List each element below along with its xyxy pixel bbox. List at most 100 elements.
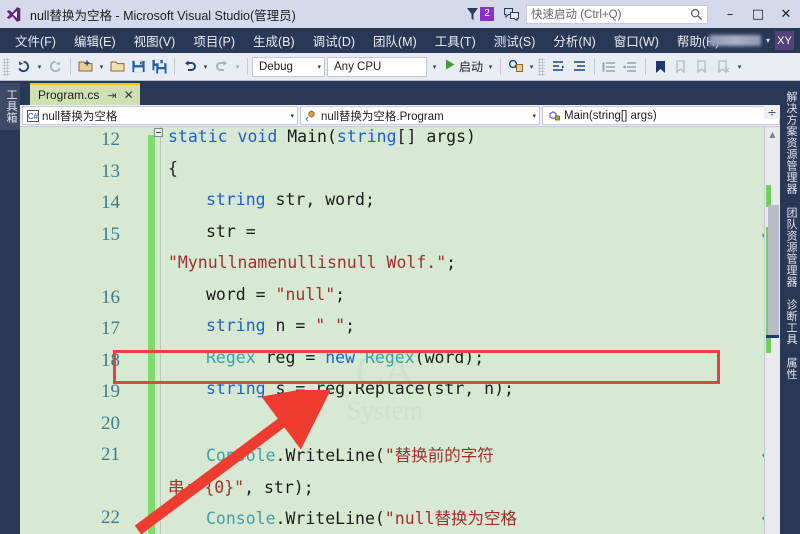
code-line[interactable]: "Mynullnamenullisnull Wolf."; xyxy=(20,253,780,285)
clear-bookmarks-icon xyxy=(713,56,734,78)
dock-tab-diagnostic-tools[interactable]: 诊断工具 xyxy=(780,293,800,351)
close-icon[interactable]: ✕ xyxy=(124,88,134,102)
toolbar-grip-2[interactable] xyxy=(538,57,546,76)
notification-count-badge: 2 xyxy=(480,7,494,21)
maximize-button[interactable]: □ xyxy=(744,0,772,28)
pin-icon[interactable]: ⇥ xyxy=(107,89,116,102)
menu-item-project[interactable]: 项目(P) xyxy=(184,31,244,50)
undo-icon[interactable] xyxy=(179,56,200,78)
csharp-project-icon: C# xyxy=(27,109,39,122)
find-caret[interactable]: ▾ xyxy=(526,56,537,78)
scroll-up-icon[interactable]: ▲ xyxy=(765,127,780,141)
code-line[interactable]: 22Console.WriteLine("null替换为空格↵ xyxy=(20,505,780,534)
code-line[interactable]: 12 static void Main(string[] args) xyxy=(20,127,780,159)
menu-item-tools[interactable]: 工具(T) xyxy=(426,31,485,50)
quick-launch-input[interactable]: 快速启动 (Ctrl+Q) xyxy=(526,4,708,26)
code-editor-surface[interactable]: CA System 12 static void Main(string[] ar… xyxy=(20,127,780,534)
minimize-button[interactable]: – xyxy=(716,0,744,28)
bookmark-icon[interactable] xyxy=(650,56,671,78)
scrollbar-thumb[interactable] xyxy=(768,205,779,337)
next-bookmark-icon xyxy=(692,56,713,78)
menu-item-analyze[interactable]: 分析(N) xyxy=(544,31,604,50)
navigate-back-caret[interactable]: ▾ xyxy=(34,56,45,78)
navbar-project-value: null替换为空格 xyxy=(42,110,118,123)
menu-item-team[interactable]: 团队(M) xyxy=(364,31,426,50)
code-line[interactable]: 18 Regex reg = new Regex(word); xyxy=(20,348,780,380)
code-line[interactable]: 串: {0}", str); xyxy=(20,474,780,506)
start-play-icon xyxy=(444,58,456,76)
indent-icon[interactable] xyxy=(548,56,569,78)
code-line[interactable]: 19 string s = reg.Replace(str, n); xyxy=(20,379,780,411)
menu-item-window[interactable]: 窗口(W) xyxy=(605,31,668,50)
start-debug-caret[interactable]: ▾ xyxy=(485,56,496,78)
navbar-project-dropdown[interactable]: C# null替换为空格 ▾ xyxy=(22,106,298,125)
code-line-text: static void Main(string[] args) xyxy=(168,127,476,146)
solution-configuration-dropdown[interactable]: Debug ▾ xyxy=(252,56,325,77)
code-line-text: str = xyxy=(206,221,256,241)
send-feedback-icon[interactable] xyxy=(500,6,522,22)
code-line[interactable]: 14 string str, word; xyxy=(20,190,780,222)
chevron-down-icon[interactable]: ▾ xyxy=(766,36,770,45)
code-line[interactable]: 20 xyxy=(20,411,780,443)
menu-item-build[interactable]: 生成(B) xyxy=(244,31,304,50)
toolbar-separator xyxy=(645,58,647,75)
previous-bookmark-icon xyxy=(671,56,692,78)
document-tab-program-cs[interactable]: Program.cs ⇥ ✕ xyxy=(30,83,140,105)
code-line[interactable]: 15str =↵ xyxy=(20,222,780,254)
dock-tab-solution-explorer[interactable]: 解决方案资源管理器 xyxy=(780,85,800,201)
line-number: 15 xyxy=(101,223,120,245)
toolbar-separator xyxy=(174,58,175,75)
code-line-text: 串: {0}", str); xyxy=(168,477,314,497)
split-view-icon[interactable]: ÷ xyxy=(764,105,780,119)
redo-caret[interactable]: ▾ xyxy=(232,56,243,78)
toolbar-overflow-button[interactable]: ▾ xyxy=(734,56,745,78)
navbar-type-value: null替换为空格.Program xyxy=(321,110,444,123)
toolbar-separator xyxy=(594,58,596,75)
save-all-icon[interactable] xyxy=(149,56,170,78)
navbar-member-dropdown[interactable]: Main(string[] args) xyxy=(542,106,780,125)
solution-platform-caret[interactable]: ▾ xyxy=(429,56,440,78)
toolbar-grip[interactable] xyxy=(3,57,10,76)
code-line-text: word = "null"; xyxy=(206,284,346,304)
code-line[interactable]: 13 { xyxy=(20,159,780,191)
document-tab-row: Program.cs ⇥ ✕ xyxy=(20,81,780,105)
title-bar: null替换为空格 - Microsoft Visual Studio(管理员)… xyxy=(0,0,800,28)
class-icon xyxy=(305,109,318,122)
new-project-icon[interactable] xyxy=(75,56,96,78)
notifications-button[interactable]: 2 xyxy=(466,7,494,21)
solution-platform-value: Any CPU xyxy=(334,60,382,73)
close-button[interactable]: ✕ xyxy=(772,0,800,28)
avatar[interactable]: XY xyxy=(775,31,794,50)
solution-platform-dropdown[interactable]: Any CPU xyxy=(327,56,427,77)
code-line-text: Console.WriteLine("null替换为空格 xyxy=(206,509,517,528)
dock-tab-team-explorer[interactable]: 团队资源管理器 xyxy=(780,201,800,294)
find-in-files-icon[interactable] xyxy=(505,56,526,78)
toolbar-separator xyxy=(70,58,71,75)
start-debug-button[interactable]: 启动 xyxy=(440,56,485,78)
quick-launch-placeholder: 快速启动 (Ctrl+Q) xyxy=(531,9,622,21)
window-title: null替换为空格 - Microsoft Visual Studio(管理员) xyxy=(30,8,296,23)
search-icon xyxy=(690,8,703,26)
minimize-label: – xyxy=(726,6,734,22)
menu-item-edit[interactable]: 编辑(E) xyxy=(65,31,125,50)
new-project-caret[interactable]: ▾ xyxy=(96,56,107,78)
navigate-back-icon[interactable] xyxy=(13,56,34,78)
code-line[interactable]: 21Console.WriteLine("替换前的字符↵ xyxy=(20,442,780,474)
menu-item-test[interactable]: 测试(S) xyxy=(485,31,545,50)
menu-item-file[interactable]: 文件(F) xyxy=(6,31,65,50)
dock-tab-properties[interactable]: 属性 xyxy=(780,351,800,386)
code-line[interactable]: 17 string n = " "; xyxy=(20,316,780,348)
notification-flag-icon xyxy=(466,7,479,21)
menu-item-view[interactable]: 视图(V) xyxy=(125,31,185,50)
toolbar-separator xyxy=(500,58,502,75)
open-file-icon[interactable] xyxy=(107,56,128,78)
dock-tab-toolbox[interactable]: 工具箱 xyxy=(0,83,22,130)
editor-vertical-scrollbar[interactable]: ▲ xyxy=(764,127,780,534)
undo-caret[interactable]: ▾ xyxy=(200,56,211,78)
menu-bar: 文件(F) 编辑(E) 视图(V) 项目(P) 生成(B) 调试(D) 团队(M… xyxy=(0,28,800,53)
save-icon[interactable] xyxy=(128,56,149,78)
navbar-type-dropdown[interactable]: null替换为空格.Program ▾ xyxy=(300,106,540,125)
outdent-icon[interactable] xyxy=(569,56,590,78)
code-line[interactable]: 16 word = "null"; xyxy=(20,285,780,317)
menu-item-debug[interactable]: 调试(D) xyxy=(304,31,364,50)
